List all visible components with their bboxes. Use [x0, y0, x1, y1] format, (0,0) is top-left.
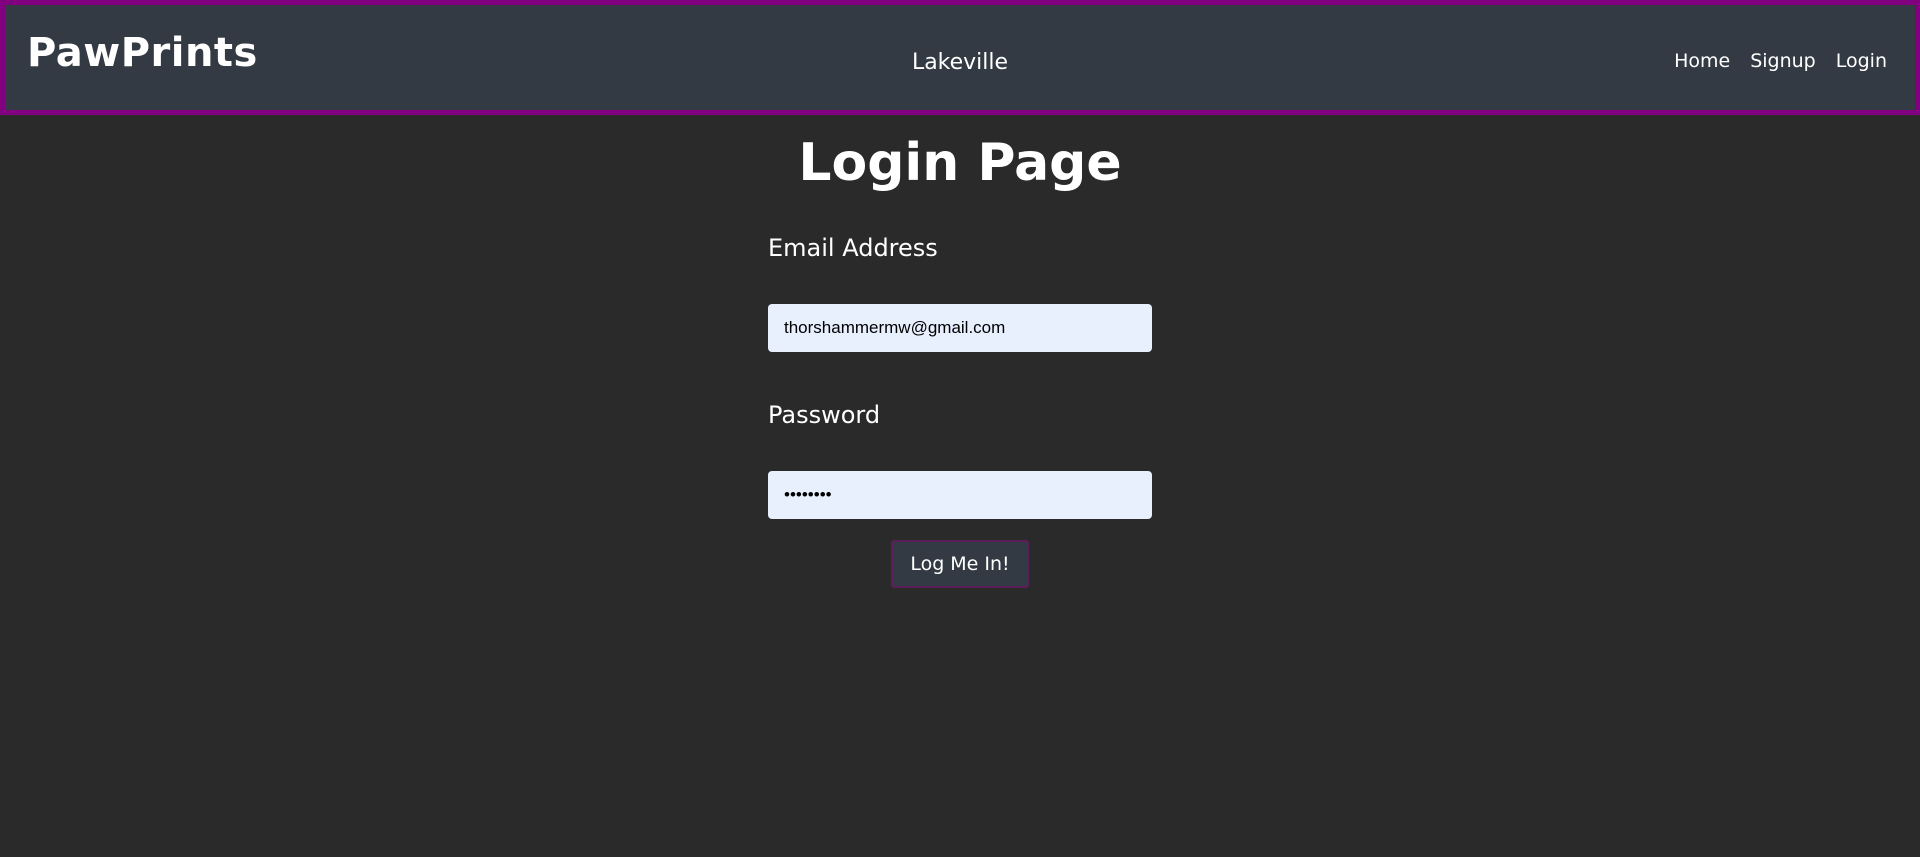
login-button[interactable]: Log Me In! — [891, 540, 1029, 588]
email-input[interactable] — [768, 304, 1152, 352]
nav-link-home[interactable]: Home — [1674, 50, 1730, 73]
password-input[interactable] — [768, 471, 1152, 519]
nav-links: Home Signup Login — [1674, 50, 1887, 73]
top-navbar: PawPrints Lakeville Home Signup Login — [0, 0, 1920, 115]
email-label: Email Address — [768, 234, 938, 262]
nav-link-login[interactable]: Login — [1836, 50, 1887, 73]
location-label: Lakeville — [911, 50, 1009, 75]
brand-logo-link[interactable]: PawPrints — [27, 29, 258, 77]
page-title: Login Page — [798, 133, 1122, 193]
password-label: Password — [768, 401, 881, 429]
nav-link-signup[interactable]: Signup — [1750, 50, 1816, 73]
